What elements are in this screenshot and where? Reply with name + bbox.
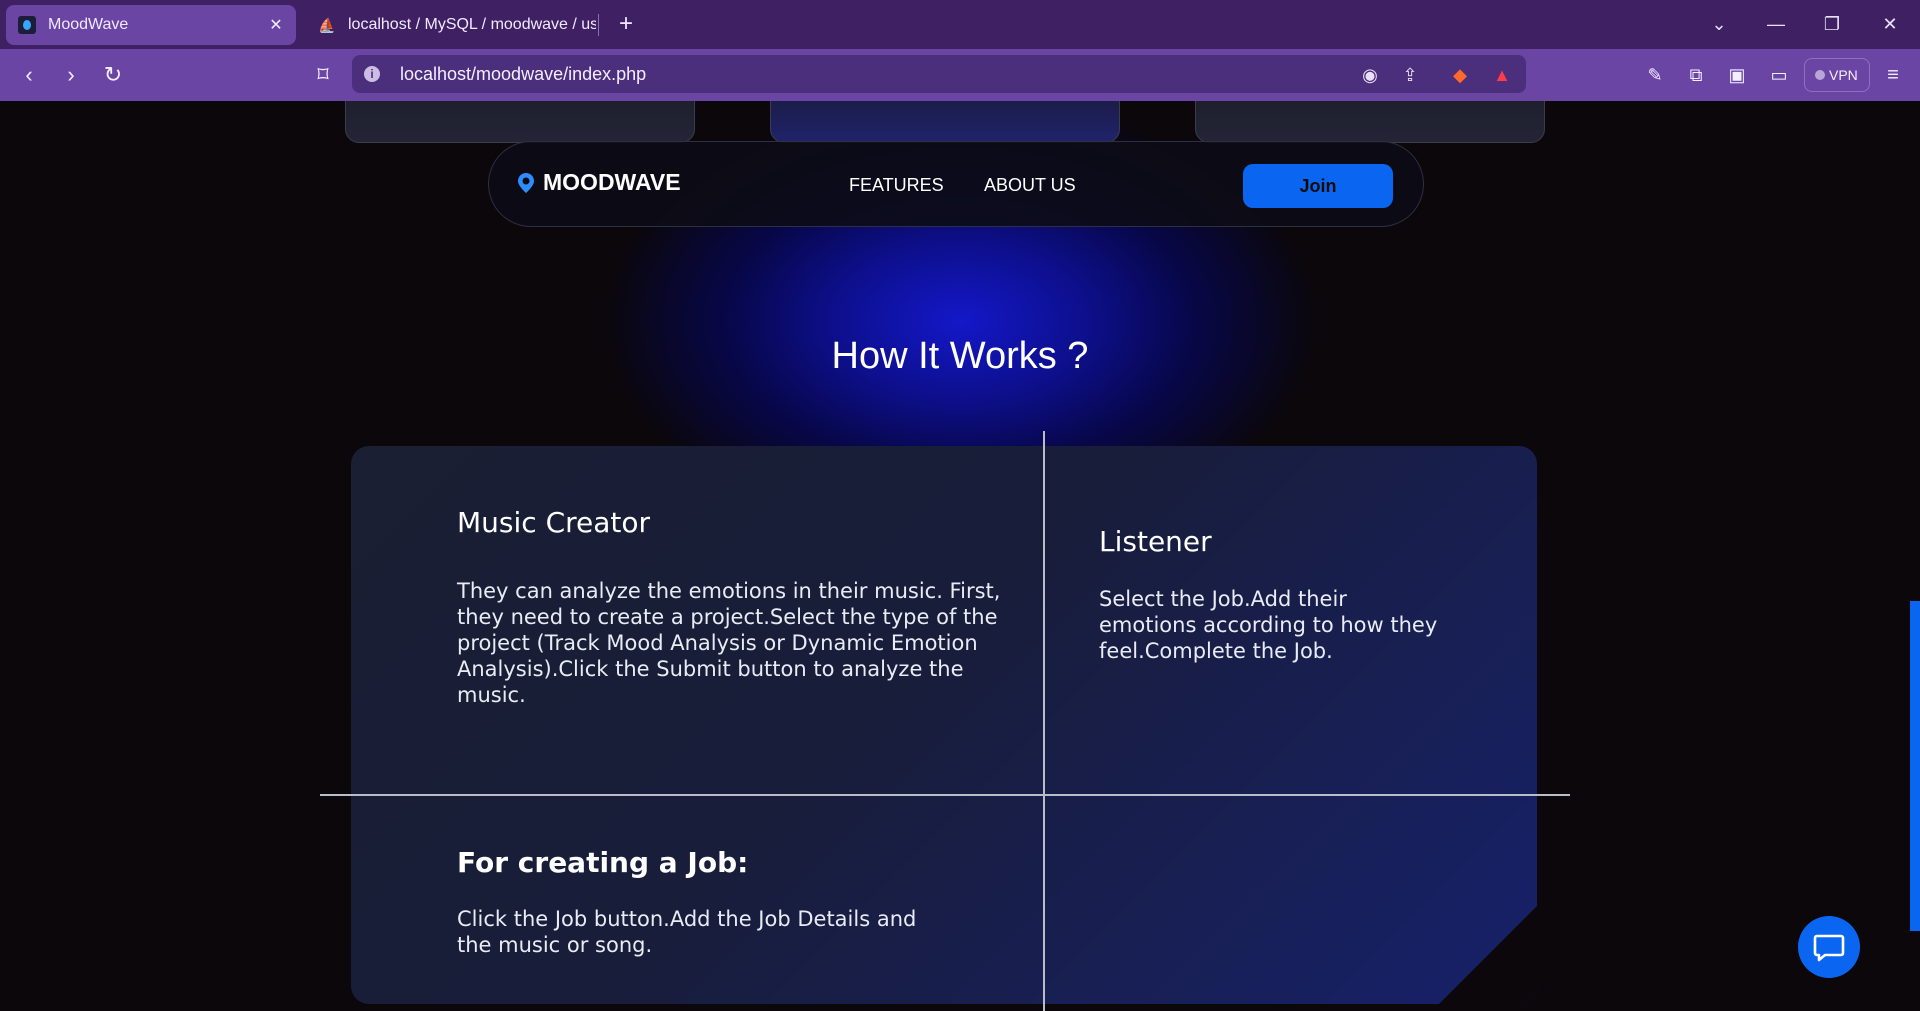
creating-job-title: For creating a Job: <box>457 846 749 879</box>
page-scrollbar[interactable] <box>1910 601 1920 931</box>
location-pin-icon <box>518 172 534 193</box>
minimize-icon[interactable]: — <box>1762 10 1790 38</box>
web-page: MOODWAVE FEATURES ABOUT US Join How It W… <box>0 101 1920 1011</box>
text-line: project (Track Mood Analysis or Dynamic … <box>457 631 978 655</box>
listener-title: Listener <box>1099 525 1212 558</box>
horizontal-divider <box>320 794 1570 796</box>
forward-icon[interactable]: › <box>56 61 86 89</box>
panel-corner-cut <box>1438 905 1537 1004</box>
browser-toolbar: ‹ › ↻ ⌑ i localhost/moodwave/index.php ◉… <box>0 49 1920 101</box>
tab-phpmyadmin[interactable]: ⛵ localhost / MySQL / moodwave / use <box>306 5 596 45</box>
restore-icon[interactable]: ❐ <box>1818 10 1846 38</box>
text-line: Analysis).Click the Submit button to ana… <box>457 657 964 681</box>
address-bar[interactable]: i localhost/moodwave/index.php ◉ ⇪ ◆ ▲ <box>352 55 1526 93</box>
tab-moodwave[interactable]: MoodWave ✕ <box>6 5 296 45</box>
tab-separator <box>598 14 599 36</box>
extensions-icon[interactable]: ⧉ <box>1681 61 1711 89</box>
brave-rewards-icon[interactable]: ▲ <box>1490 63 1514 87</box>
close-window-icon[interactable]: ✕ <box>1876 10 1904 38</box>
brave-shields-icon[interactable]: ◆ <box>1448 63 1472 87</box>
chat-icon <box>1813 934 1845 962</box>
feature-card-partial <box>345 101 695 143</box>
share-icon[interactable]: ⇪ <box>1398 63 1422 87</box>
site-navbar: MOODWAVE FEATURES ABOUT US Join <box>488 141 1424 227</box>
text-line: Click the Job button.Add the Job Details… <box>457 907 917 931</box>
back-icon[interactable]: ‹ <box>14 61 44 89</box>
text-line: feel.Complete the Job. <box>1099 639 1333 663</box>
new-tab-button[interactable]: + <box>612 10 640 38</box>
phpmyadmin-favicon-icon: ⛵ <box>318 16 336 33</box>
tab-title: MoodWave <box>48 16 129 33</box>
browser-tab-bar: MoodWave ✕ ⛵ localhost / MySQL / moodwav… <box>0 0 1920 49</box>
chat-button[interactable] <box>1798 916 1860 978</box>
address-text[interactable]: localhost/moodwave/index.php <box>400 64 646 85</box>
sidebar-icon[interactable]: ▣ <box>1722 61 1752 89</box>
eyedropper-icon[interactable]: ✎ <box>1640 61 1670 89</box>
vpn-label: VPN <box>1829 67 1858 83</box>
vertical-divider <box>1043 431 1045 1011</box>
vpn-button[interactable]: VPN <box>1804 58 1870 92</box>
site-logo[interactable]: MOODWAVE <box>517 169 681 196</box>
tab-list-chevron-icon[interactable]: ⌄ <box>1705 10 1733 38</box>
nav-link-about-us[interactable]: ABOUT US <box>984 175 1076 196</box>
section-title: How It Works ? <box>831 335 1089 377</box>
text-line: they need to create a project.Select the… <box>457 605 998 629</box>
moodwave-favicon-icon <box>18 16 36 34</box>
nav-link-features[interactable]: FEATURES <box>849 175 944 196</box>
logo-text: MOODWAVE <box>543 169 681 195</box>
site-info-icon[interactable]: i <box>364 66 380 82</box>
tab-title: localhost / MySQL / moodwave / use <box>348 16 596 33</box>
reload-icon[interactable]: ↻ <box>98 61 128 89</box>
feature-card-partial <box>770 101 1120 143</box>
text-line: music. <box>457 683 526 707</box>
feature-card-partial <box>1195 101 1545 143</box>
join-button[interactable]: Join <box>1243 164 1393 208</box>
close-tab-icon[interactable]: ✕ <box>264 13 288 37</box>
bookmark-icon[interactable]: ⌑ <box>308 61 338 89</box>
text-line: the music or song. <box>457 933 653 957</box>
music-creator-title: Music Creator <box>457 506 651 539</box>
wallet-icon[interactable]: ▭ <box>1764 61 1794 89</box>
text-line: Select the Job.Add their <box>1099 587 1347 611</box>
text-line: They can analyze the emotions in their m… <box>457 579 1001 603</box>
menu-icon[interactable]: ≡ <box>1878 61 1908 89</box>
creating-job-text: Click the Job button.Add the Job Details… <box>457 906 916 958</box>
music-creator-text: They can analyze the emotions in their m… <box>457 578 1000 708</box>
text-line: emotions according to how they <box>1099 613 1438 637</box>
media-blocked-icon[interactable]: ◉ <box>1358 63 1382 87</box>
listener-text: Select the Job.Add their emotions accord… <box>1099 586 1437 664</box>
